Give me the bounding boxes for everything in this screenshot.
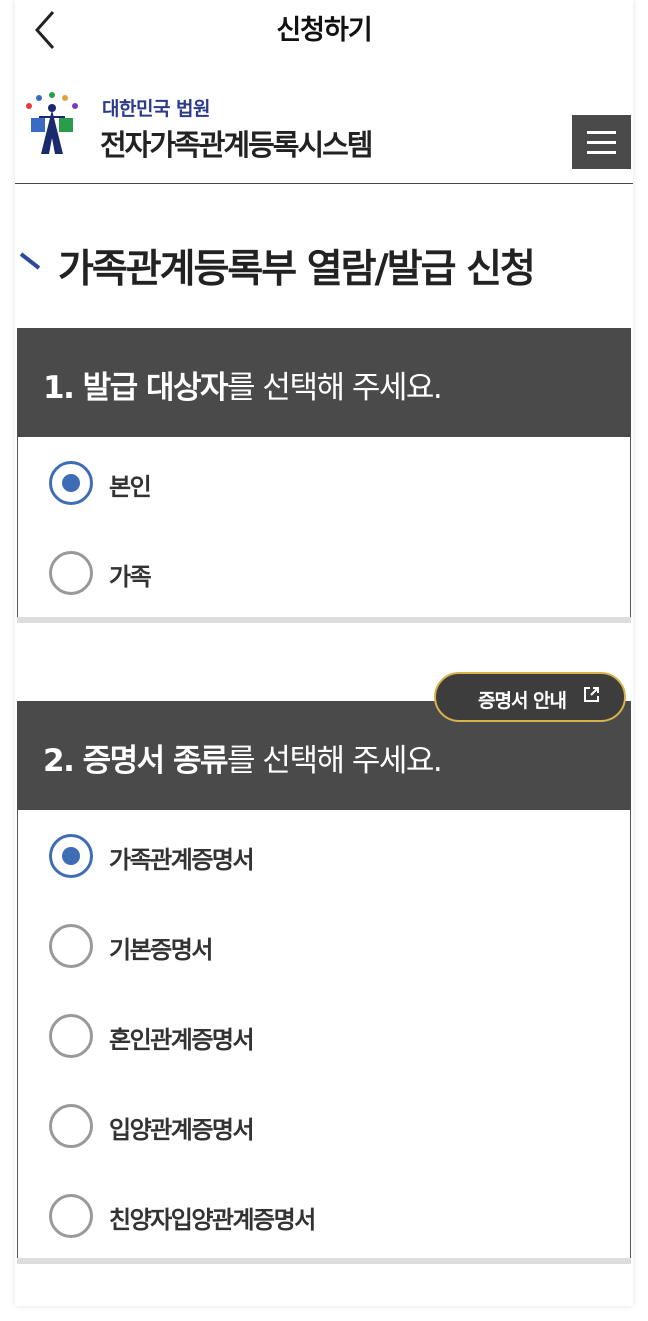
guide-button-label: 증명서 안내 — [478, 690, 567, 712]
target-options: 본인 가족 — [17, 437, 631, 618]
radio-option-family-relation[interactable]: 가족관계증명서 — [18, 810, 630, 900]
radio-button[interactable] — [49, 461, 93, 505]
radio-button[interactable] — [49, 551, 93, 595]
radio-option-basic[interactable]: 기본증명서 — [18, 900, 630, 990]
system-name: 전자가족관계등록시스템 — [100, 128, 373, 162]
section-certificate-type: 2. 증명서 종류를 선택해 주세요. 가족관계증명서 기본증명서 혼인관계증명… — [17, 701, 631, 1261]
divider — [17, 617, 631, 623]
radio-option-family[interactable]: 가족 — [18, 527, 630, 617]
radio-button[interactable] — [49, 924, 93, 968]
app-bar: 신청하기 — [15, 0, 633, 60]
divider — [17, 1258, 631, 1264]
section-rest-text: 를 선택해 주세요. — [227, 370, 443, 406]
org-name: 대한민국 법원 — [102, 98, 211, 120]
section-bold-text: 증명서 종류 — [82, 743, 229, 779]
radio-label: 가족관계증명서 — [109, 846, 255, 874]
radio-label: 입양관계증명서 — [109, 1116, 255, 1144]
court-logo-icon — [26, 92, 78, 154]
radio-button[interactable] — [49, 1014, 93, 1058]
app-bar-title: 신청하기 — [276, 15, 372, 46]
hamburger-menu-icon-bar — [587, 141, 616, 144]
section-target: 1. 발급 대상자를 선택해 주세요. 본인 가족 — [17, 328, 631, 618]
section-bold-text: 발급 대상자 — [82, 370, 229, 406]
page: 신청하기 대한민국 법원 전자가족관계등록시스템 가족관계등록부 열람/발급 신 — [15, 0, 633, 1306]
menu-button[interactable] — [572, 115, 631, 169]
radio-label: 가족 — [109, 563, 152, 591]
title-mark-icon — [19, 252, 41, 270]
section-number: 1. — [43, 370, 83, 406]
certificate-options: 가족관계증명서 기본증명서 혼인관계증명서 입양관계증명서 친양자입양관계증명서 — [17, 810, 631, 1261]
radio-button[interactable] — [49, 834, 93, 878]
radio-label: 혼인관계증명서 — [109, 1026, 255, 1054]
section-number: 2. — [43, 743, 83, 779]
section-target-heading: 1. 발급 대상자를 선택해 주세요. — [17, 328, 631, 437]
section-rest-text: 를 선택해 주세요. — [227, 743, 443, 779]
hamburger-menu-icon — [587, 131, 616, 134]
radio-button[interactable] — [49, 1194, 93, 1238]
radio-option-adoption[interactable]: 입양관계증명서 — [18, 1080, 630, 1170]
site-header: 대한민국 법원 전자가족관계등록시스템 — [15, 84, 633, 184]
radio-option-marriage[interactable]: 혼인관계증명서 — [18, 990, 630, 1080]
radio-label: 기본증명서 — [109, 936, 213, 964]
page-title-wrap: 가족관계등록부 열람/발급 신청 — [15, 230, 633, 300]
certificate-guide-button[interactable]: 증명서 안내 — [434, 672, 626, 722]
external-link-icon — [584, 687, 599, 702]
radio-label: 본인 — [109, 473, 152, 501]
page-title: 가족관계등록부 열람/발급 신청 — [58, 247, 536, 292]
radio-button[interactable] — [49, 1104, 93, 1148]
hamburger-menu-icon-bar — [587, 151, 616, 154]
radio-option-self[interactable]: 본인 — [18, 437, 630, 527]
radio-label: 친양자입양관계증명서 — [109, 1206, 316, 1234]
radio-option-full-adoption[interactable]: 친양자입양관계증명서 — [18, 1170, 630, 1260]
